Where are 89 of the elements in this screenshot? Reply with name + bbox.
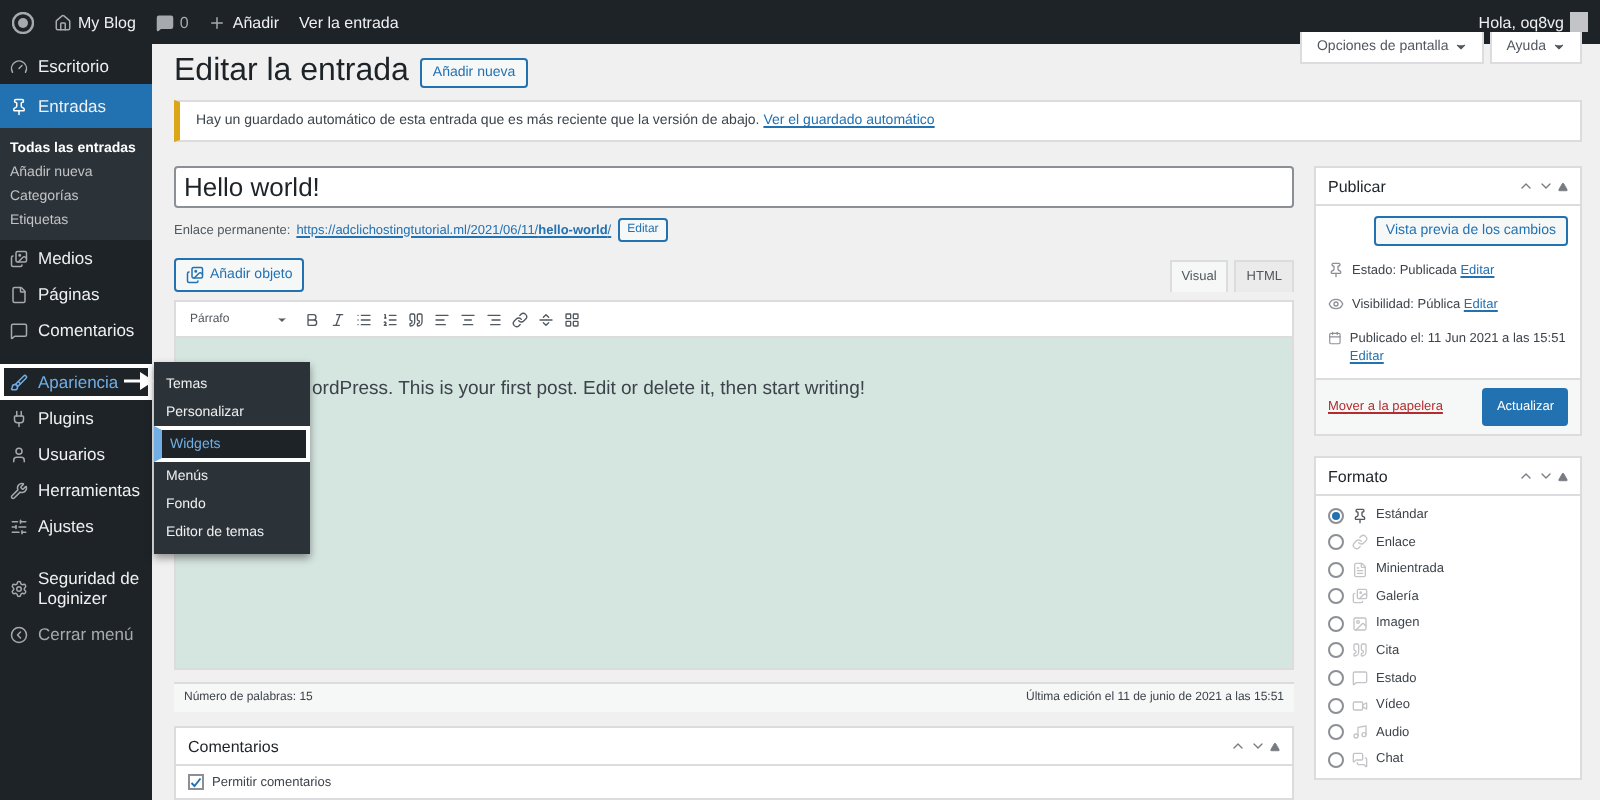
triangle-icon[interactable] xyxy=(1558,181,1568,191)
menu-item[interactable]: Herramientas xyxy=(0,472,152,508)
radio-button[interactable] xyxy=(1328,751,1344,768)
gear-icon xyxy=(10,579,28,597)
title-field[interactable]: Hello world! xyxy=(174,166,1294,208)
document-icon xyxy=(1352,561,1368,578)
chevron-up-icon[interactable] xyxy=(1518,178,1534,194)
caret-icon xyxy=(1454,40,1469,54)
pin-icon xyxy=(1352,507,1368,523)
radio-button[interactable] xyxy=(1328,534,1344,551)
comments-link[interactable]: 0 xyxy=(155,13,189,31)
speech-bubble-icon xyxy=(155,13,174,31)
view-post-link[interactable]: Ver la entrada xyxy=(298,13,399,31)
page-icon xyxy=(10,285,28,303)
post-content: ordPress. This is your first post. Edit or delete it, then start writing! xyxy=(312,378,867,400)
images-icon xyxy=(186,266,204,284)
menu-item[interactable]: Medios xyxy=(0,240,152,276)
gauge-icon xyxy=(10,57,28,75)
radio-button[interactable] xyxy=(1328,642,1344,659)
chevron-up-icon[interactable] xyxy=(1518,468,1534,484)
menu-item[interactable]: Entradas xyxy=(0,84,152,128)
grid-icon[interactable] xyxy=(564,311,580,327)
eye-icon xyxy=(1328,296,1344,312)
menu-item[interactable]: Páginas xyxy=(0,276,152,312)
chevron-up-icon[interactable] xyxy=(1230,738,1246,754)
panel-title: Publicar xyxy=(1328,177,1386,195)
image-icon xyxy=(1352,615,1368,632)
pin-icon xyxy=(1328,262,1344,278)
circle-arrow-icon xyxy=(10,625,28,643)
page-title: Editar la entrada xyxy=(174,54,409,90)
checkmark-icon xyxy=(190,775,202,789)
site-link[interactable]: My Blog xyxy=(54,13,136,31)
chevron-down-icon[interactable] xyxy=(1538,178,1554,194)
sliders-icon xyxy=(10,517,28,535)
link-icon xyxy=(1352,534,1368,551)
quote-icon xyxy=(1352,642,1368,659)
bullet-list-icon[interactable] xyxy=(356,311,372,327)
speech-bubble-icon xyxy=(10,321,28,339)
panel-title: Formato xyxy=(1328,467,1388,485)
video-icon xyxy=(1352,697,1368,714)
menu-item[interactable]: Apariencia xyxy=(0,364,152,400)
radio-button[interactable] xyxy=(1328,724,1344,741)
user-icon xyxy=(10,445,28,463)
triangle-icon[interactable] xyxy=(1558,471,1568,481)
home-icon xyxy=(54,13,72,31)
bold-icon[interactable] xyxy=(304,311,320,327)
account-link[interactable]: Hola, oq8vg xyxy=(1478,12,1588,32)
radio-button[interactable] xyxy=(1328,670,1344,687)
plug-icon xyxy=(10,409,28,427)
radio-button[interactable] xyxy=(1328,697,1344,714)
calendar-icon xyxy=(1328,330,1342,346)
radio-button[interactable] xyxy=(1328,507,1344,523)
chat-icon xyxy=(1352,751,1368,768)
images-icon xyxy=(10,249,28,267)
plus-icon xyxy=(208,13,227,31)
menu-item[interactable]: Comentarios xyxy=(0,312,152,348)
triangle-icon[interactable] xyxy=(1270,741,1280,751)
menu-item[interactable]: Seguridad de Loginizer xyxy=(0,560,152,616)
align-center-icon[interactable] xyxy=(460,311,476,327)
align-left-icon[interactable] xyxy=(434,311,450,327)
panel-title: Comentarios xyxy=(188,737,279,755)
italic-icon[interactable] xyxy=(330,311,346,327)
logo-icon[interactable] xyxy=(12,11,34,33)
radio-button[interactable] xyxy=(1328,588,1344,605)
menu-item[interactable]: Escritorio xyxy=(0,48,152,84)
checkbox[interactable] xyxy=(188,774,204,790)
pointer-arrow xyxy=(124,372,154,390)
menu-item[interactable]: Ajustes xyxy=(0,508,152,544)
brush-icon xyxy=(10,373,28,391)
radio-button[interactable] xyxy=(1328,561,1344,578)
chevron-down-icon[interactable] xyxy=(1538,468,1554,484)
quote-icon[interactable] xyxy=(408,311,424,327)
caret-icon xyxy=(1552,40,1566,54)
pin-icon xyxy=(10,97,28,115)
align-right-icon[interactable] xyxy=(486,311,502,327)
new-link[interactable]: Añadir xyxy=(208,13,279,31)
gallery-icon xyxy=(1352,588,1368,605)
read-more-icon[interactable] xyxy=(538,311,554,327)
music-note-icon xyxy=(1352,724,1368,741)
caret-icon xyxy=(276,313,288,325)
menu-item[interactable]: Cerrar menú xyxy=(0,616,152,652)
wrench-icon xyxy=(10,481,28,499)
numbered-list-icon[interactable] xyxy=(382,311,398,327)
speech-bubble-icon xyxy=(1352,670,1368,687)
chevron-down-icon[interactable] xyxy=(1250,738,1266,754)
menu-item[interactable]: Usuarios xyxy=(0,436,152,472)
menu-item[interactable]: Plugins xyxy=(0,400,152,436)
link-icon[interactable] xyxy=(512,311,528,327)
radio-button[interactable] xyxy=(1328,615,1344,632)
